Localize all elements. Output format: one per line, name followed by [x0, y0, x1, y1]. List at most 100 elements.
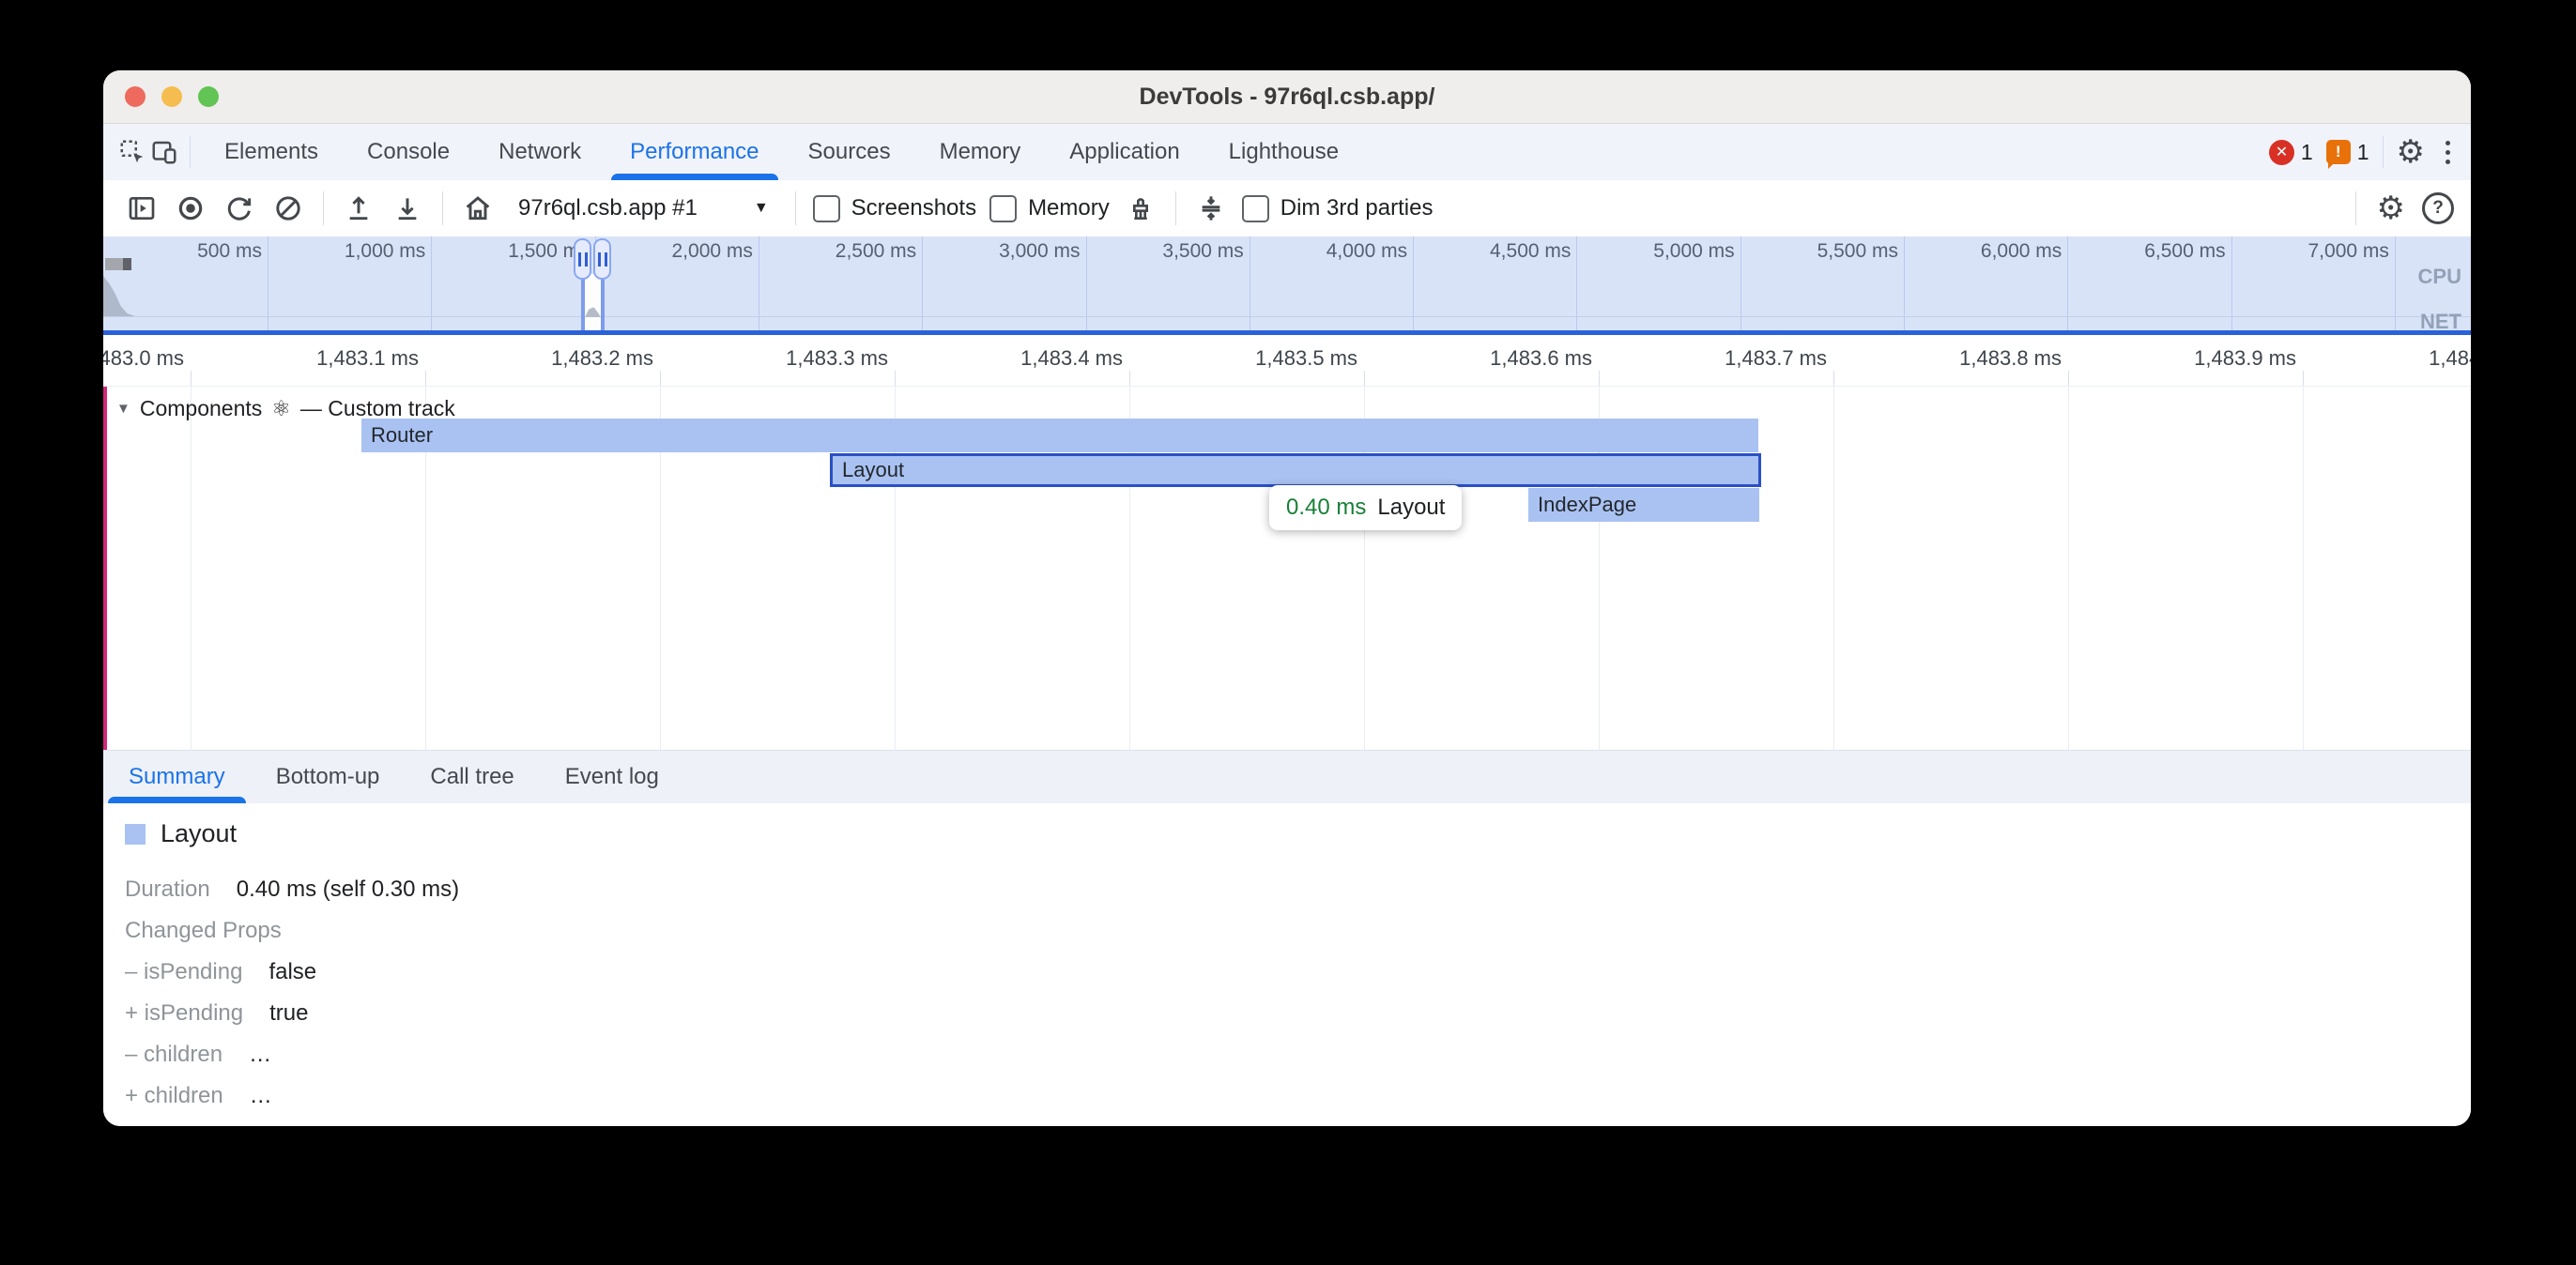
- download-profile-icon[interactable]: [390, 191, 425, 226]
- issues-badge[interactable]: ! 1: [2326, 140, 2369, 165]
- flame-gridline: [2068, 387, 2069, 750]
- screenshot-thumbnail-fragment: [105, 258, 131, 270]
- main-tab-memory[interactable]: Memory: [915, 124, 1046, 180]
- main-tab-application[interactable]: Application: [1045, 124, 1204, 180]
- settings-gear-icon[interactable]: ⚙: [2397, 136, 2425, 168]
- main-tab-sources[interactable]: Sources: [784, 124, 915, 180]
- tab-call-tree[interactable]: Call tree: [405, 751, 539, 803]
- clear-recording-icon[interactable]: [270, 191, 306, 226]
- toolbar-right-controls: ⚙ ?: [2352, 180, 2454, 236]
- range-right-handle[interactable]: [593, 238, 611, 280]
- detail-tick-mark: [2068, 371, 2069, 386]
- overview-tick-label: 1,000 ms: [284, 240, 425, 263]
- flame-bar-layout-selected[interactable]: Layout: [830, 453, 1761, 487]
- dim-3rd-parties-label: Dim 3rd parties: [1280, 195, 1434, 221]
- detail-tick-mark: [191, 371, 192, 386]
- toolbar-separator: [323, 191, 324, 225]
- detail-tick-mark: [660, 371, 661, 386]
- main-tab-network[interactable]: Network: [474, 124, 606, 180]
- checkbox-box: [813, 195, 840, 222]
- main-tab-performance[interactable]: Performance: [606, 124, 783, 180]
- inspect-element-icon[interactable]: [116, 136, 148, 168]
- flame-gridline: [2303, 387, 2304, 750]
- detail-tick-label: 1,483.7 ms: [1677, 346, 1827, 371]
- more-options-kebab-icon[interactable]: [2438, 141, 2458, 164]
- reload-and-record-icon[interactable]: [222, 191, 257, 226]
- detail-tick-mark: [425, 371, 426, 386]
- overview-tick-label: 5,000 ms: [1594, 240, 1735, 263]
- toolbar-separator-4: [1175, 191, 1176, 225]
- home-icon[interactable]: [460, 191, 496, 226]
- overview-tick-label: 4,000 ms: [1266, 240, 1407, 263]
- detail-tick-label: 1,483.8 ms: [1911, 346, 2062, 371]
- overview-selected-range[interactable]: [585, 274, 601, 330]
- compress-arrows-icon[interactable]: [1193, 191, 1229, 226]
- detail-tick-label: 1,483.3 ms: [738, 346, 888, 371]
- flame-bar-router[interactable]: Router: [361, 419, 1758, 452]
- cpu-row-label: CPU: [2418, 265, 2461, 289]
- overview-tick-label: 3,000 ms: [940, 240, 1081, 263]
- upload-profile-icon[interactable]: [341, 191, 376, 226]
- overview-tick-label: 5,500 ms: [1757, 240, 1898, 263]
- overview-tick-label: 6,000 ms: [1921, 240, 2062, 263]
- desktop-background: DevTools - 97r6ql.csb.app/ Elements Cons…: [0, 0, 2576, 1265]
- toolbar-separator-2: [442, 191, 443, 225]
- overview-tick-label: 7,000 ms: [2248, 240, 2389, 263]
- selected-range-cpu-bump: [585, 306, 601, 317]
- error-badge[interactable]: ✕ 1: [2269, 140, 2313, 165]
- checkbox-box: [989, 195, 1017, 222]
- tooltip-title: Layout: [1377, 495, 1445, 521]
- components-track-header[interactable]: ▼ Components ⚛ — Custom track: [116, 396, 455, 421]
- details-tab-bar: Summary Bottom-up Call tree Event log: [103, 751, 2471, 803]
- main-tab-lighthouse[interactable]: Lighthouse: [1204, 124, 1363, 180]
- error-icon: ✕: [2269, 140, 2294, 165]
- detail-tick-label: 1,483.2 ms: [503, 346, 653, 371]
- collect-garbage-icon[interactable]: [1123, 191, 1158, 226]
- flame-gridline: [1833, 387, 1834, 750]
- overview-tick-label: 6,500 ms: [2085, 240, 2226, 263]
- memory-checkbox[interactable]: Memory: [989, 195, 1110, 222]
- error-count: 1: [2301, 140, 2313, 165]
- main-tab-console[interactable]: Console: [343, 124, 474, 180]
- flame-tooltip: 0.40 ms Layout: [1269, 485, 1462, 530]
- track-subtitle: — Custom track: [300, 396, 455, 421]
- toolbar-separator-3: [795, 191, 796, 225]
- screenshots-label: Screenshots: [851, 195, 976, 221]
- detail-tick-label: 1,484.0 ms: [2381, 346, 2471, 371]
- detail-tick-mark: [895, 371, 896, 386]
- summary-row-children-new: + children …: [125, 1083, 272, 1109]
- detail-tick-label: 1,483.6 ms: [1442, 346, 1592, 371]
- tab-summary[interactable]: Summary: [103, 751, 251, 803]
- device-toolbar-icon[interactable]: [148, 136, 180, 168]
- range-marker-line: [103, 387, 107, 751]
- capture-settings-gear-icon[interactable]: ⚙: [2377, 192, 2405, 224]
- main-tab-elements[interactable]: Elements: [200, 124, 343, 180]
- disclosure-triangle-icon[interactable]: ▼: [116, 401, 130, 417]
- summary-pane: Layout Duration 0.40 ms (self 0.30 ms) C…: [103, 803, 2471, 1126]
- overview-tick-label: 2,000 ms: [612, 240, 753, 263]
- tabbar-right-separator: [2383, 136, 2384, 168]
- tooltip-duration: 0.40 ms: [1286, 495, 1366, 521]
- detail-tick-label: 1,483.1 ms: [268, 346, 419, 371]
- overview-tick-label: 500 ms: [121, 240, 262, 263]
- screenshots-checkbox[interactable]: Screenshots: [813, 195, 976, 222]
- help-icon[interactable]: ?: [2422, 192, 2454, 224]
- range-left-handle[interactable]: [574, 238, 591, 280]
- tab-bottom-up[interactable]: Bottom-up: [251, 751, 406, 803]
- target-select-dropdown[interactable]: 97r6ql.csb.app #1 ▼: [509, 195, 778, 221]
- flame-bar-indexpage[interactable]: IndexPage: [1528, 488, 1759, 522]
- dim-3rd-parties-checkbox[interactable]: Dim 3rd parties: [1242, 195, 1434, 222]
- dropdown-caret-icon: ▼: [754, 200, 769, 217]
- toggle-sidebar-icon[interactable]: [124, 191, 160, 226]
- tab-event-log[interactable]: Event log: [540, 751, 684, 803]
- react-atom-icon: ⚛: [271, 396, 291, 421]
- detail-tick-label: 1,483.5 ms: [1207, 346, 1357, 371]
- track-title: Components: [140, 396, 262, 421]
- record-icon[interactable]: [173, 191, 208, 226]
- detail-tick-label: 1,483.9 ms: [2146, 346, 2296, 371]
- timeline-overview[interactable]: 500 ms1,000 ms1,500 ms2,000 ms2,500 ms3,…: [103, 236, 2471, 330]
- flame-gridline: [191, 387, 192, 750]
- summary-row-ispending-old: – isPending false: [125, 959, 316, 985]
- summary-event-name: Layout: [161, 819, 237, 848]
- flame-chart-area[interactable]: ▼ Components ⚛ — Custom track Router Lay…: [103, 387, 2471, 751]
